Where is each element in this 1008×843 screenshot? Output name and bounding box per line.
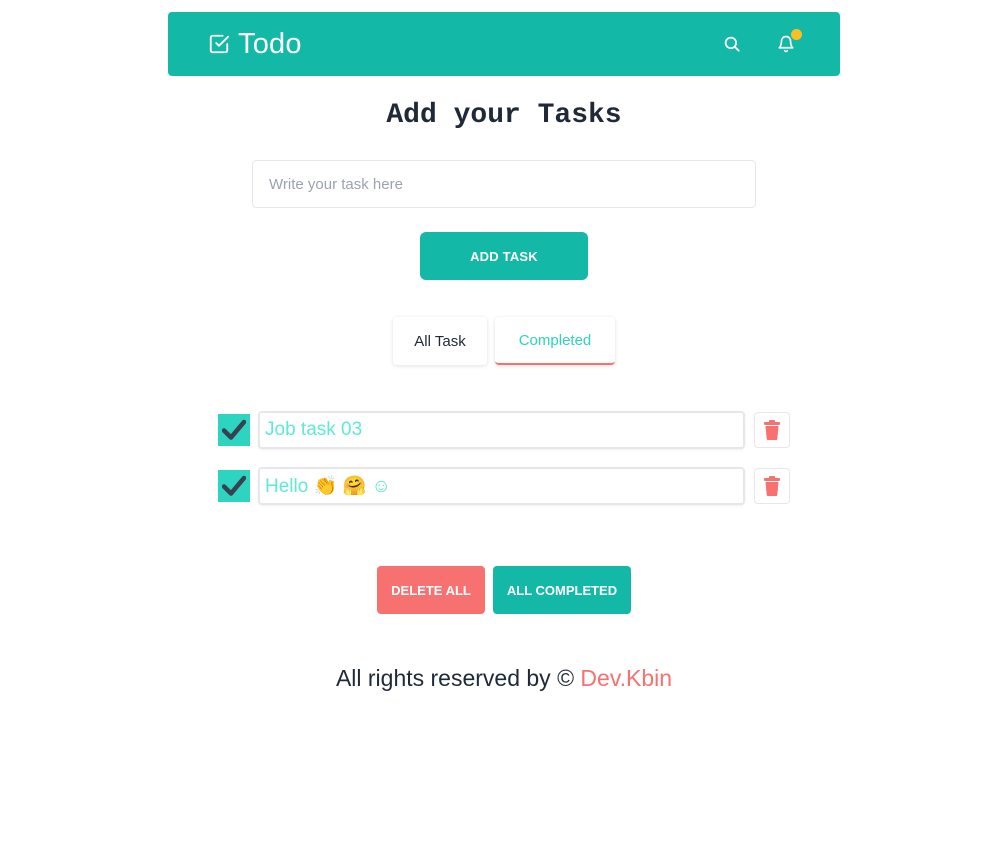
navbar: Todo	[168, 12, 840, 76]
nav-actions	[722, 29, 802, 54]
add-task-button[interactable]: ADD TASK	[420, 232, 588, 280]
search-icon[interactable]	[722, 34, 742, 54]
brand[interactable]: Todo	[208, 28, 302, 61]
delete-task-button[interactable]	[754, 412, 790, 448]
trash-icon	[763, 420, 781, 440]
task-text[interactable]: Hello 👏 🤗 ☺	[258, 467, 745, 505]
bulk-actions: DELETE ALL ALL COMPLETED	[377, 566, 631, 614]
task-item: Job task 03	[218, 411, 790, 449]
author-link[interactable]: Dev.Kbin	[580, 665, 672, 691]
footer: All rights reserved by © Dev.Kbin	[0, 665, 1008, 692]
task-item: Hello 👏 🤗 ☺	[218, 467, 790, 505]
delete-all-button[interactable]: DELETE ALL	[377, 566, 485, 614]
task-text[interactable]: Job task 03	[258, 411, 745, 449]
checkmark-icon	[222, 419, 246, 441]
tab-all-task[interactable]: All Task	[393, 317, 487, 365]
brand-title: Todo	[238, 27, 302, 60]
tab-completed[interactable]: Completed	[495, 317, 615, 365]
task-input[interactable]	[252, 160, 756, 208]
filter-tabs: All Task Completed	[393, 317, 615, 365]
notification-button[interactable]	[776, 29, 802, 54]
task-checkbox[interactable]	[218, 470, 250, 502]
task-checkbox[interactable]	[218, 414, 250, 446]
footer-text: All rights reserved by ©	[335, 665, 581, 691]
page-title: Add your Tasks	[386, 100, 622, 131]
all-completed-button[interactable]: ALL COMPLETED	[493, 566, 631, 614]
checkbox-icon	[208, 33, 230, 55]
notification-dot	[791, 29, 802, 40]
delete-task-button[interactable]	[754, 468, 790, 504]
checkmark-icon	[222, 475, 246, 497]
trash-icon	[763, 476, 781, 496]
